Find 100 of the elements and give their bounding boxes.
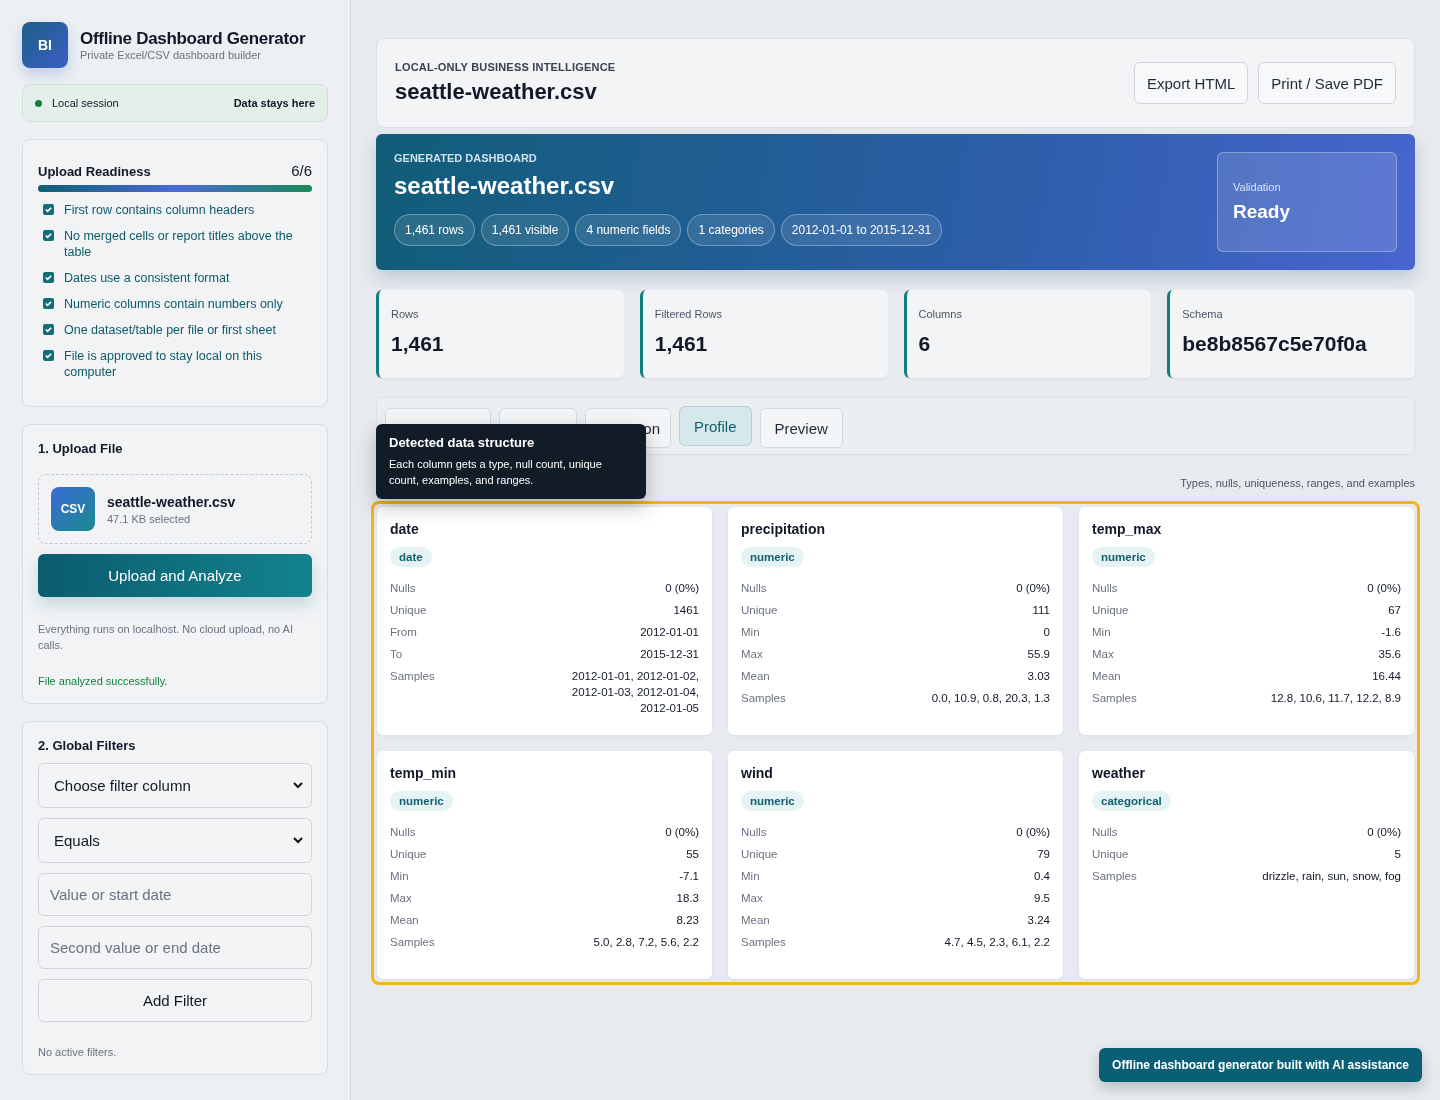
stat-value: 0 (0%) (665, 581, 699, 596)
footer-badge: Offline dashboard generator built with AI assistance (1099, 1048, 1422, 1082)
stat-value: 6 (918, 332, 932, 356)
stat-value: 5 (1394, 847, 1401, 862)
stat-value: 18.3 (676, 891, 699, 906)
column-name: temp_max (1092, 521, 1163, 537)
stat-value: -7.1 (679, 869, 699, 884)
stat-label: Schema (1182, 308, 1224, 320)
session-label: Local session (52, 97, 119, 109)
app-logo: BI (22, 22, 68, 68)
stat-value: 4.7, 4.5, 2.3, 6.1, 2.2 (944, 935, 1050, 950)
stat-label: Samples (1092, 691, 1137, 706)
stat-label: Samples (741, 935, 786, 950)
checklist-label: Numeric columns contain numbers only (64, 296, 283, 312)
summary-chip: 2012-01-01 to 2015-12-31 (780, 214, 943, 246)
stat-label: Filtered Rows (654, 308, 723, 320)
card-title: 2. Global Filters (38, 738, 137, 753)
stat-value: 3.24 (1027, 913, 1050, 928)
status-message: File analyzed successfully. (38, 675, 169, 687)
stat-value: 55 (686, 847, 699, 862)
stat-label: Max (741, 891, 763, 906)
stat-value: 2012-01-01 (640, 625, 699, 640)
stat-label: Mean (390, 913, 419, 928)
type-tag: categorical (1092, 791, 1171, 811)
stat-label: Min (1092, 625, 1111, 640)
file-name: seattle-weather.csv (107, 493, 236, 510)
stat-value: 0 (0%) (665, 825, 699, 840)
empty-filters-text: No active filters. (38, 1046, 118, 1058)
stat-label: Unique (741, 847, 778, 862)
stat-label: Mean (741, 913, 770, 928)
summary-chip: 1,461 rows (394, 214, 475, 246)
stat-value: 0.0, 10.9, 0.8, 20.3, 1.3 (931, 691, 1050, 706)
summary-chip: 4 numeric fields (575, 214, 682, 246)
eyebrow-text: GENERATED DASHBOARD (394, 152, 538, 164)
stat-value: 8.23 (676, 913, 699, 928)
stat-value: 1461 (673, 603, 699, 618)
column-name: weather (1092, 765, 1146, 781)
stat-value: 67 (1388, 603, 1401, 618)
stat-label: Min (741, 625, 760, 640)
stat-label: Nulls (390, 825, 416, 840)
readiness-count: 6/6 (291, 162, 312, 179)
stat-label: Max (1092, 647, 1114, 662)
card-title: 1. Upload File (38, 441, 124, 456)
stat-value: 35.6 (1378, 647, 1401, 662)
type-tag: date (390, 547, 432, 567)
stat-value: 0 (0%) (1016, 581, 1050, 596)
type-tag: numeric (1092, 547, 1155, 567)
file-badge: CSV (51, 487, 95, 531)
stat-value: 2015-12-31 (640, 647, 699, 662)
stat-label: To (390, 647, 403, 662)
stat-value: 0.4 (1034, 869, 1050, 884)
validation-label: Validation (1233, 181, 1282, 193)
file-size: 47.1 KB selected (107, 512, 192, 525)
eyebrow-text: LOCAL-ONLY BUSINESS INTELLIGENCE (395, 61, 616, 73)
stat-label: From (390, 625, 417, 640)
stat-label: Rows (391, 308, 420, 320)
card-title: Upload Readiness (38, 164, 151, 179)
checklist-label: One dataset/table per file or first sheet (64, 322, 276, 338)
column-name: precipitation (741, 521, 826, 537)
column-name: wind (741, 765, 774, 781)
stat-label: Unique (390, 847, 427, 862)
stat-value: 0 (0%) (1367, 825, 1401, 840)
tooltip-text: Each column gets a type, null count, unique count, examples, and ranges. (389, 457, 603, 488)
stat-label: Unique (1092, 603, 1129, 618)
tooltip-title: Detected data structure (389, 435, 536, 450)
stat-label: Max (741, 647, 763, 662)
app-subtitle: Private Excel/CSV dashboard builder (80, 49, 262, 61)
stat-label: Max (390, 891, 412, 906)
app-title: Offline Dashboard Generator (80, 29, 306, 49)
stat-label: Mean (741, 669, 770, 684)
stat-label: Min (390, 869, 409, 884)
page-title: seattle-weather.csv (395, 79, 598, 105)
stat-value: 3.03 (1027, 669, 1050, 684)
stat-value: 1,461 (391, 332, 445, 356)
stat-value: 0 (0%) (1367, 581, 1401, 596)
stat-label: Mean (1092, 669, 1121, 684)
stat-label: Nulls (741, 825, 767, 840)
stat-label: Unique (390, 603, 427, 618)
stat-label: Unique (741, 603, 778, 618)
stat-value: 16.44 (1372, 669, 1401, 684)
validation-status: Ready (1233, 201, 1292, 223)
checklist-label: No merged cells or report titles above the table (64, 228, 294, 260)
stat-value: 5.0, 2.8, 7.2, 5.6, 2.2 (593, 935, 699, 950)
stat-label: Min (741, 869, 760, 884)
type-tag: numeric (390, 791, 453, 811)
summary-chip: 1,461 visible (480, 214, 570, 246)
stat-label: Nulls (390, 581, 416, 596)
stat-value: 0 (1043, 625, 1050, 640)
stat-value: drizzle, rain, sun, snow, fog (1262, 869, 1401, 884)
summary-chip: 1 categories (687, 214, 775, 246)
session-note: Data stays here (233, 97, 315, 109)
stat-label: Samples (390, 669, 435, 684)
checklist-label: First row contains column headers (64, 202, 255, 218)
column-name: temp_min (390, 765, 458, 781)
stat-value: 1,461 (654, 332, 709, 356)
stat-value: 0 (0%) (1016, 825, 1050, 840)
stat-value: be8b8567c5e70f0a (1182, 332, 1368, 356)
type-tag: numeric (741, 791, 804, 811)
stat-label: Nulls (1092, 825, 1118, 840)
help-text: Everything runs on localhost. No cloud upload, no AI calls. (38, 622, 294, 653)
